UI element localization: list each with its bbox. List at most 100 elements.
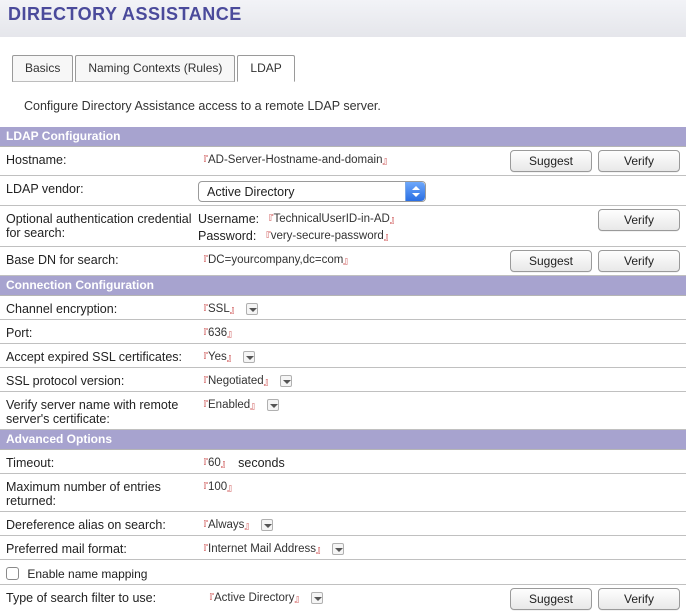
- row-mail-format: Preferred mail format: 『 Internet Mail A…: [0, 536, 686, 560]
- tab-ldap[interactable]: LDAP: [237, 55, 294, 82]
- qr: 』: [244, 517, 254, 532]
- chevron-down-icon[interactable]: [246, 303, 258, 315]
- row-timeout: Timeout: 『 60 』 seconds: [0, 450, 686, 474]
- row-base-dn: Base DN for search: 『 DC=yourcompany,dc=…: [0, 247, 686, 276]
- accept-expired-field[interactable]: 『 Yes 』: [198, 349, 237, 364]
- ql: 『: [198, 397, 208, 412]
- qr: 』: [343, 252, 353, 267]
- qr: 』: [390, 211, 400, 226]
- suggest-button[interactable]: Suggest: [510, 250, 592, 272]
- qr: 』: [264, 373, 274, 388]
- base-dn-field[interactable]: 『 DC=yourcompany,dc=com 』: [198, 252, 502, 267]
- header: DIRECTORY ASSISTANCE: [0, 0, 686, 37]
- row-channel-encryption: Channel encryption: 『 SSL 』: [0, 296, 686, 320]
- channel-encryption-value: SSL: [208, 303, 230, 315]
- verify-server-value: Enabled: [208, 399, 250, 411]
- row-port: Port: 『 636 』: [0, 320, 686, 344]
- ql: 『: [198, 517, 208, 532]
- row-hostname: Hostname: 『 AD-Server-Hostname-and-domai…: [0, 147, 686, 176]
- tab-naming-contexts[interactable]: Naming Contexts (Rules): [75, 55, 235, 82]
- qr: 』: [384, 228, 394, 243]
- verify-server-field[interactable]: 『 Enabled 』: [198, 397, 260, 412]
- tabs: Basics Naming Contexts (Rules) LDAP: [0, 37, 686, 83]
- qr: 』: [227, 325, 237, 340]
- ql: 『: [198, 373, 208, 388]
- section-advanced-options: Advanced Options: [0, 430, 686, 450]
- timeout-field[interactable]: 『 60 』: [198, 455, 231, 470]
- qr: 』: [227, 349, 237, 364]
- hostname-value: AD-Server-Hostname-and-domain: [208, 154, 382, 166]
- max-entries-value: 100: [208, 481, 227, 493]
- row-search-filter: Type of search filter to use: 『 Active D…: [0, 585, 686, 613]
- suggest-button[interactable]: Suggest: [510, 588, 592, 610]
- tab-basics[interactable]: Basics: [12, 55, 73, 82]
- ql: 『: [204, 590, 214, 605]
- timeout-suffix: seconds: [238, 456, 285, 470]
- verify-button[interactable]: Verify: [598, 588, 680, 610]
- qr: 』: [221, 455, 231, 470]
- qr: 』: [295, 590, 305, 605]
- qr: 』: [227, 479, 237, 494]
- hostname-field[interactable]: 『 AD-Server-Hostname-and-domain 』: [198, 152, 502, 167]
- section-connection-configuration: Connection Configuration: [0, 276, 686, 296]
- ql: 『: [198, 252, 208, 267]
- chevron-down-icon[interactable]: [280, 375, 292, 387]
- qr: 』: [316, 541, 326, 556]
- label-base-dn: Base DN for search:: [6, 250, 198, 267]
- qr: 』: [230, 301, 240, 316]
- ql: 『: [198, 541, 208, 556]
- label-enable-mapping: Enable name mapping: [27, 567, 147, 581]
- verify-button[interactable]: Verify: [598, 209, 680, 231]
- username-field[interactable]: 『 TechnicalUserID-in-AD 』: [263, 211, 399, 226]
- qr: 』: [382, 152, 392, 167]
- page-title: DIRECTORY ASSISTANCE: [8, 4, 242, 25]
- deref-field[interactable]: 『 Always 』: [198, 517, 254, 532]
- accept-expired-value: Yes: [208, 351, 227, 363]
- channel-encryption-field[interactable]: 『 SSL 』: [198, 301, 240, 316]
- row-vendor: LDAP vendor: Active Directory: [0, 176, 686, 206]
- label-mail-format: Preferred mail format:: [6, 539, 198, 556]
- port-field[interactable]: 『 636 』: [198, 325, 680, 340]
- chevron-down-icon[interactable]: [267, 399, 279, 411]
- label-opt-auth: Optional authentication credential for s…: [6, 209, 198, 240]
- row-opt-auth: Optional authentication credential for s…: [0, 206, 686, 247]
- label-accept-expired: Accept expired SSL certificates:: [6, 347, 198, 364]
- section-ldap-configuration: LDAP Configuration: [0, 127, 686, 147]
- label-deref: Dereference alias on search:: [6, 515, 198, 532]
- chevron-down-icon[interactable]: [261, 519, 273, 531]
- qr: 』: [250, 397, 260, 412]
- search-filter-value: Active Directory: [214, 592, 295, 604]
- ql: 『: [198, 479, 208, 494]
- verify-button[interactable]: Verify: [598, 150, 680, 172]
- row-max-entries: Maximum number of entries returned: 『 10…: [0, 474, 686, 512]
- password-field[interactable]: 『 very-secure-password 』: [261, 228, 394, 243]
- timeout-value: 60: [208, 457, 221, 469]
- vendor-select[interactable]: Active Directory: [198, 181, 426, 202]
- label-port: Port:: [6, 323, 198, 340]
- chevron-down-icon[interactable]: [311, 592, 323, 604]
- mail-format-field[interactable]: 『 Internet Mail Address 』: [198, 541, 326, 556]
- max-entries-field[interactable]: 『 100 』: [198, 479, 680, 494]
- chevron-down-icon[interactable]: [332, 543, 344, 555]
- suggest-button[interactable]: Suggest: [510, 150, 592, 172]
- row-ssl-protocol: SSL protocol version: 『 Negotiated 』: [0, 368, 686, 392]
- base-dn-value: DC=yourcompany,dc=com: [208, 254, 343, 266]
- chevron-updown-icon: [405, 182, 425, 201]
- vendor-value: Active Directory: [207, 185, 295, 199]
- ql: 『: [198, 325, 208, 340]
- enable-mapping-checkbox[interactable]: [6, 567, 19, 580]
- search-filter-field[interactable]: 『 Active Directory 』: [204, 590, 305, 605]
- label-password: Password:: [198, 229, 256, 243]
- deref-value: Always: [208, 519, 244, 531]
- label-timeout: Timeout:: [6, 453, 198, 470]
- mail-format-value: Internet Mail Address: [208, 543, 316, 555]
- label-max-entries: Maximum number of entries returned:: [6, 477, 198, 508]
- ssl-protocol-field[interactable]: 『 Negotiated 』: [198, 373, 274, 388]
- label-channel-encryption: Channel encryption:: [6, 299, 198, 316]
- label-ssl-protocol: SSL protocol version:: [6, 371, 198, 388]
- label-hostname: Hostname:: [6, 150, 198, 167]
- verify-button[interactable]: Verify: [598, 250, 680, 272]
- chevron-down-icon[interactable]: [243, 351, 255, 363]
- label-search-filter: Type of search filter to use:: [6, 588, 204, 605]
- ql: 『: [261, 228, 271, 243]
